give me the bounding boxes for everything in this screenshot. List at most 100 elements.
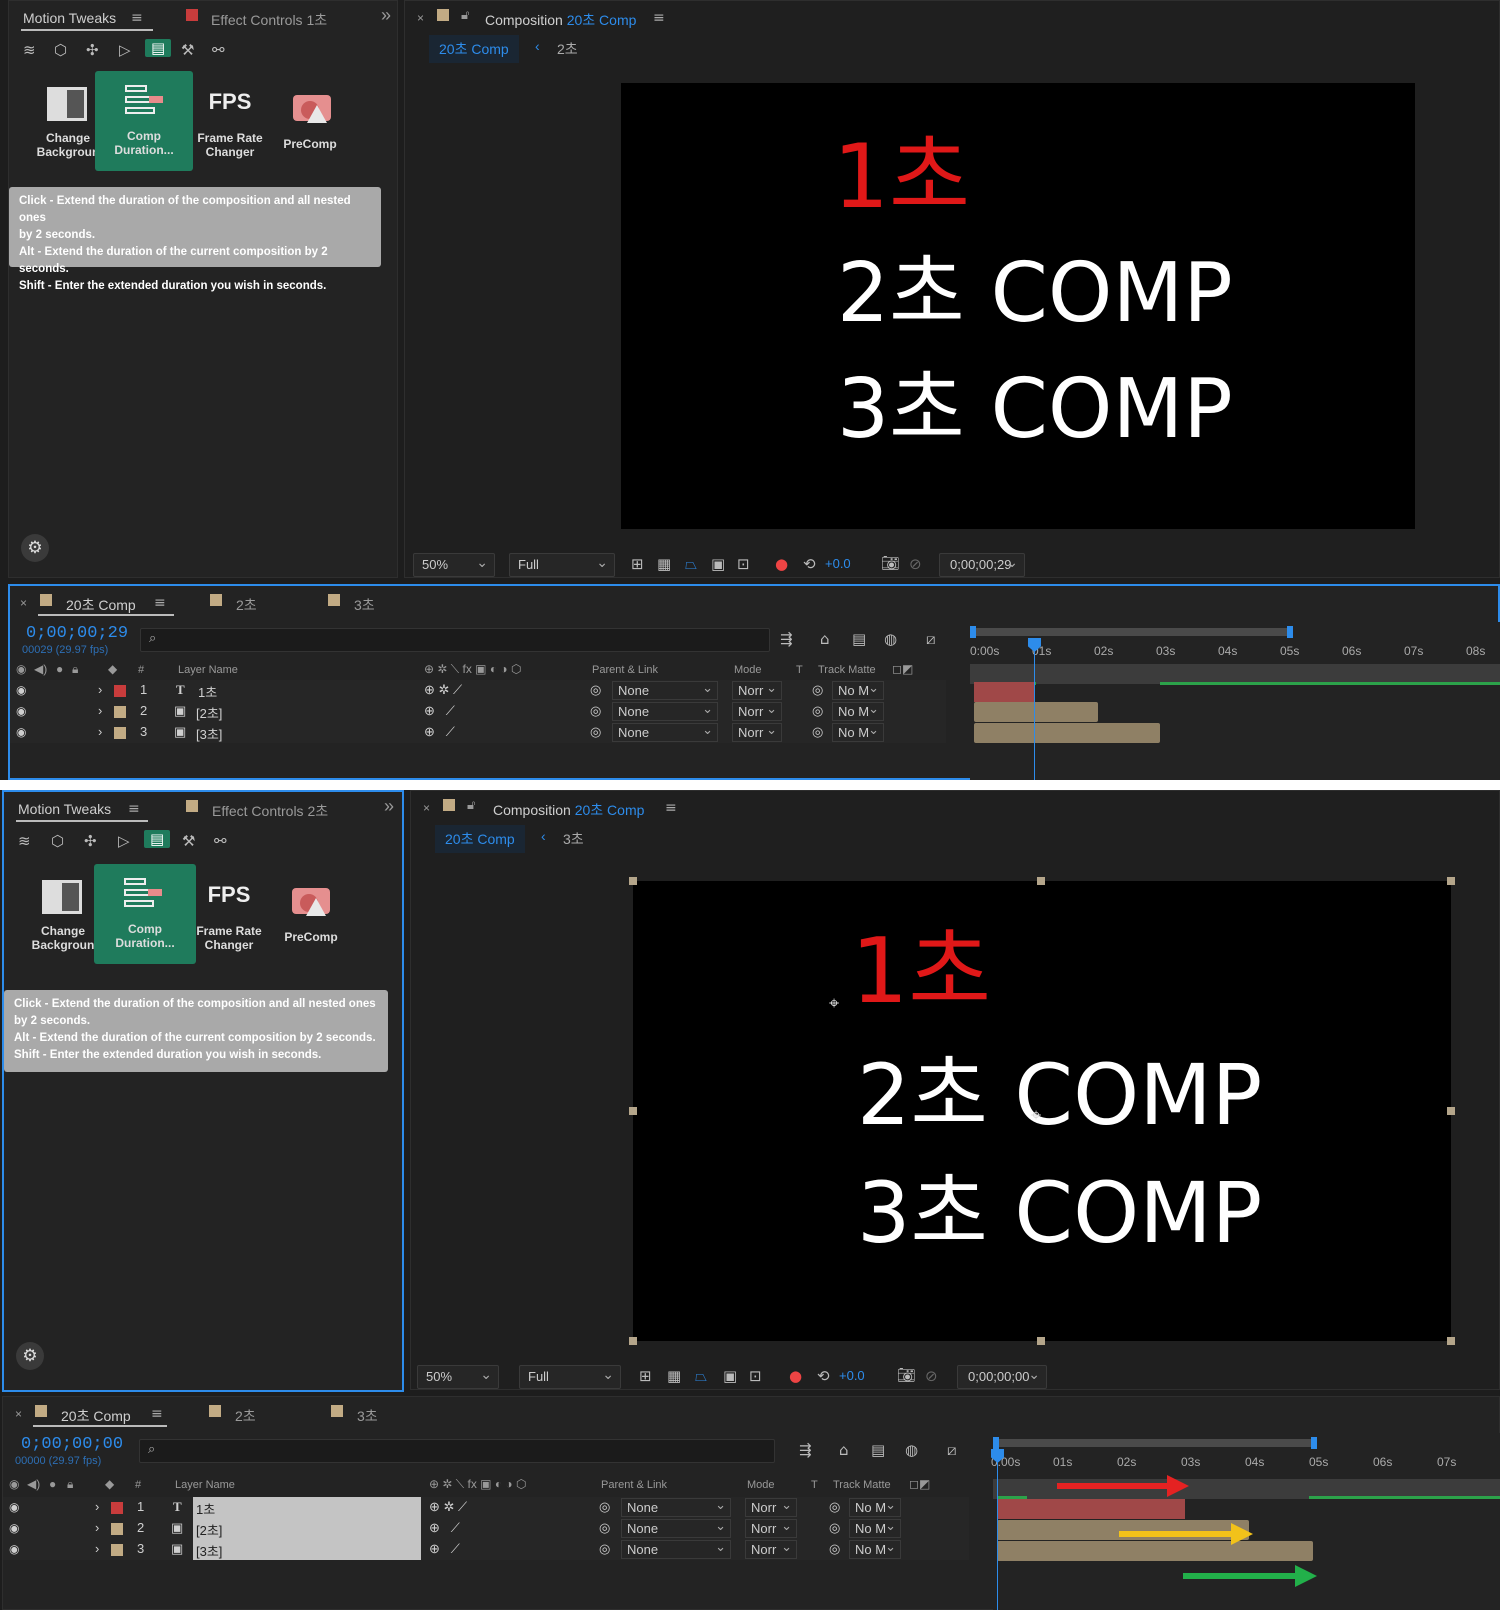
comp-flow-icon[interactable]: ⇶ <box>780 630 793 648</box>
anchor-point-icon[interactable]: ⌖ <box>829 993 839 1014</box>
matte-pickwhip-icon[interactable]: ◎ <box>829 1541 840 1557</box>
parent-select[interactable]: None <box>621 1518 731 1538</box>
anchor-point-icon[interactable]: ⌖ <box>1031 1105 1041 1126</box>
mode-select[interactable]: Norr <box>745 1539 797 1559</box>
layer-name-selected[interactable]: [2초] <box>193 1518 421 1539</box>
table-row[interactable]: ◉ › 2 ▣ [2초] ⊕ ⟋ ◎ None Norr ◎ No M <box>10 701 946 722</box>
layer-bar-1[interactable] <box>997 1499 1185 1519</box>
grid-icon[interactable]: ⊞ <box>631 555 644 573</box>
parent-select[interactable]: None <box>621 1539 731 1559</box>
tab-motion-tweaks[interactable]: Motion Tweaks <box>18 801 111 817</box>
show-snapshot-icon[interactable]: ⊘ <box>909 555 922 573</box>
switch-shy-icon[interactable]: ⊕ ⟋ <box>429 1520 460 1536</box>
channel-icon[interactable]: ● <box>789 1367 802 1385</box>
expand-chevron-icon[interactable]: › <box>98 682 102 697</box>
transform-handle[interactable] <box>1447 877 1455 885</box>
wrench-icon[interactable]: ⚒ <box>182 832 195 850</box>
parent-select[interactable]: None <box>612 722 718 742</box>
play-icon[interactable]: ▷ <box>118 832 130 850</box>
label-icon[interactable]: ◆ <box>105 1477 114 1491</box>
panel-overflow-icon[interactable]: » <box>384 796 394 817</box>
checker-icon[interactable]: ▦ <box>657 555 671 573</box>
parent-select[interactable]: None <box>612 680 718 700</box>
cube-icon[interactable]: ⬡ <box>54 41 67 59</box>
visibility-eye-icon[interactable]: ◉ <box>9 1521 19 1535</box>
layer-bar-1[interactable] <box>974 682 1034 702</box>
mode-select[interactable]: Norr <box>745 1497 797 1517</box>
resolution-select[interactable]: Full <box>509 553 615 577</box>
mode-select[interactable]: Norr <box>732 701 782 721</box>
switch-shy-icon[interactable]: ⊕ ⟋ <box>424 724 455 740</box>
work-area-bar[interactable] <box>972 628 1290 636</box>
exposure-value[interactable]: +0.0 <box>825 556 851 571</box>
layers-icon[interactable]: ≋ <box>18 832 31 850</box>
audio-icon[interactable]: ◀) <box>34 662 47 676</box>
switch-shy-icon[interactable]: ⊕ ⟋ <box>429 1541 460 1557</box>
layer-label-color[interactable] <box>111 1523 123 1535</box>
graph-editor-icon[interactable]: ⧄ <box>926 630 936 648</box>
layer-label-color[interactable] <box>111 1502 123 1514</box>
visibility-eye-icon[interactable]: ◉ <box>9 1542 19 1556</box>
matte-toggle-icon[interactable]: ◻◩ <box>892 662 913 676</box>
zoom-select[interactable]: 50% <box>413 553 495 577</box>
snapshot-grid-icon[interactable]: ⊡ <box>737 555 750 573</box>
matte-pickwhip-icon[interactable]: ◎ <box>812 682 823 698</box>
checker-icon[interactable]: ▦ <box>667 1367 681 1385</box>
play-icon[interactable]: ▷ <box>119 41 131 59</box>
work-area-start-handle[interactable] <box>993 1437 999 1449</box>
tool-precomp[interactable]: PreComp <box>262 866 360 966</box>
expand-chevron-icon[interactable]: › <box>98 724 102 739</box>
visibility-eye-icon[interactable]: ◉ <box>16 704 26 718</box>
hamburger-icon[interactable]: ≡ <box>151 1406 163 1422</box>
layers-icon[interactable]: ≋ <box>23 41 36 59</box>
timeline-tab-3s[interactable]: 3초 <box>354 595 375 615</box>
motion-blur-icon[interactable]: ◍ <box>905 1441 918 1459</box>
show-snapshot-icon[interactable]: ⊘ <box>925 1367 938 1385</box>
timeline-tab-2s[interactable]: 2초 <box>236 595 257 615</box>
mask-icon[interactable]: ⏢ <box>685 555 697 573</box>
tool-precomp[interactable]: PreComp <box>261 73 359 173</box>
layer-name[interactable]: [3초] <box>196 724 222 743</box>
comp-flow-icon[interactable]: ⇶ <box>799 1441 812 1459</box>
close-icon[interactable]: × <box>20 596 27 610</box>
expand-chevron-icon[interactable]: › <box>95 1499 99 1514</box>
table-row[interactable]: ◉ › 1 T 1초 ⊕ ✲ ⟋ ◎ None Norr ◎ No M <box>10 680 946 701</box>
transform-handle[interactable] <box>629 877 637 885</box>
close-icon[interactable]: × <box>417 11 424 25</box>
network-icon[interactable]: ⚯ <box>214 832 227 850</box>
close-icon[interactable]: × <box>423 801 430 815</box>
transform-handle[interactable] <box>1447 1337 1455 1345</box>
resolution-select[interactable]: Full <box>519 1365 621 1389</box>
table-row[interactable]: ◉ › 3 ▣ [3초] ⊕ ⟋ ◎ None Norr ◎ No M <box>10 722 946 743</box>
label-icon[interactable]: ◆ <box>108 662 117 676</box>
tab-motion-tweaks[interactable]: Motion Tweaks <box>23 10 116 26</box>
table-row[interactable]: ◉ › 2 ▣ [2초] ⊕ ⟋ ◎ None Norr ◎ No M <box>3 1518 969 1539</box>
layer-bar-2[interactable] <box>974 702 1098 722</box>
current-time-display[interactable]: 0;00;00;29 <box>26 624 128 643</box>
sparkle-icon[interactable]: ✣ <box>84 832 97 850</box>
hamburger-icon[interactable]: ≡ <box>154 595 166 611</box>
lock-icon[interactable]: 🔒︎ <box>67 1477 73 1492</box>
layer-bar-3[interactable] <box>997 1541 1313 1561</box>
track-matte-select[interactable]: No M <box>849 1497 901 1517</box>
composition-viewer[interactable]: 1초 2초 COMP 3초 COMP ⌖ ⌖ <box>633 881 1451 1341</box>
motion-blur-icon[interactable]: ◍ <box>884 630 897 648</box>
panel-overflow-icon[interactable]: » <box>381 5 391 26</box>
lock-icon[interactable]: 🔓︎ <box>461 7 469 23</box>
time-graph[interactable]: 0:00s 01s 02s 03s 04s 05s 06s 07s 08s <box>970 622 1500 780</box>
close-icon[interactable]: × <box>15 1407 22 1421</box>
hamburger-icon[interactable]: ≡ <box>128 801 140 817</box>
frame-blend-icon[interactable]: ▤ <box>871 1441 885 1459</box>
layer-bar-3[interactable] <box>974 723 1160 743</box>
frame-blend-icon[interactable]: ▤ <box>852 630 866 648</box>
layer-name[interactable]: 1초 <box>198 682 217 701</box>
layer-label-color[interactable] <box>114 706 126 718</box>
transform-handle[interactable] <box>629 1337 637 1345</box>
switch-shy-icon[interactable]: ⊕ ✲ ⟋ <box>429 1499 467 1515</box>
layer-label-color[interactable] <box>111 1544 123 1556</box>
time-graph[interactable]: 0:00s 01s 02s 03s 04s 05s 06s 07s <box>991 1433 1500 1610</box>
breadcrumb-item-active[interactable]: 20초 Comp <box>429 35 519 63</box>
layer-label-color[interactable] <box>114 685 126 697</box>
layer-name[interactable]: [2초] <box>196 703 222 722</box>
layer-search-input[interactable]: ⌕ <box>140 628 770 652</box>
